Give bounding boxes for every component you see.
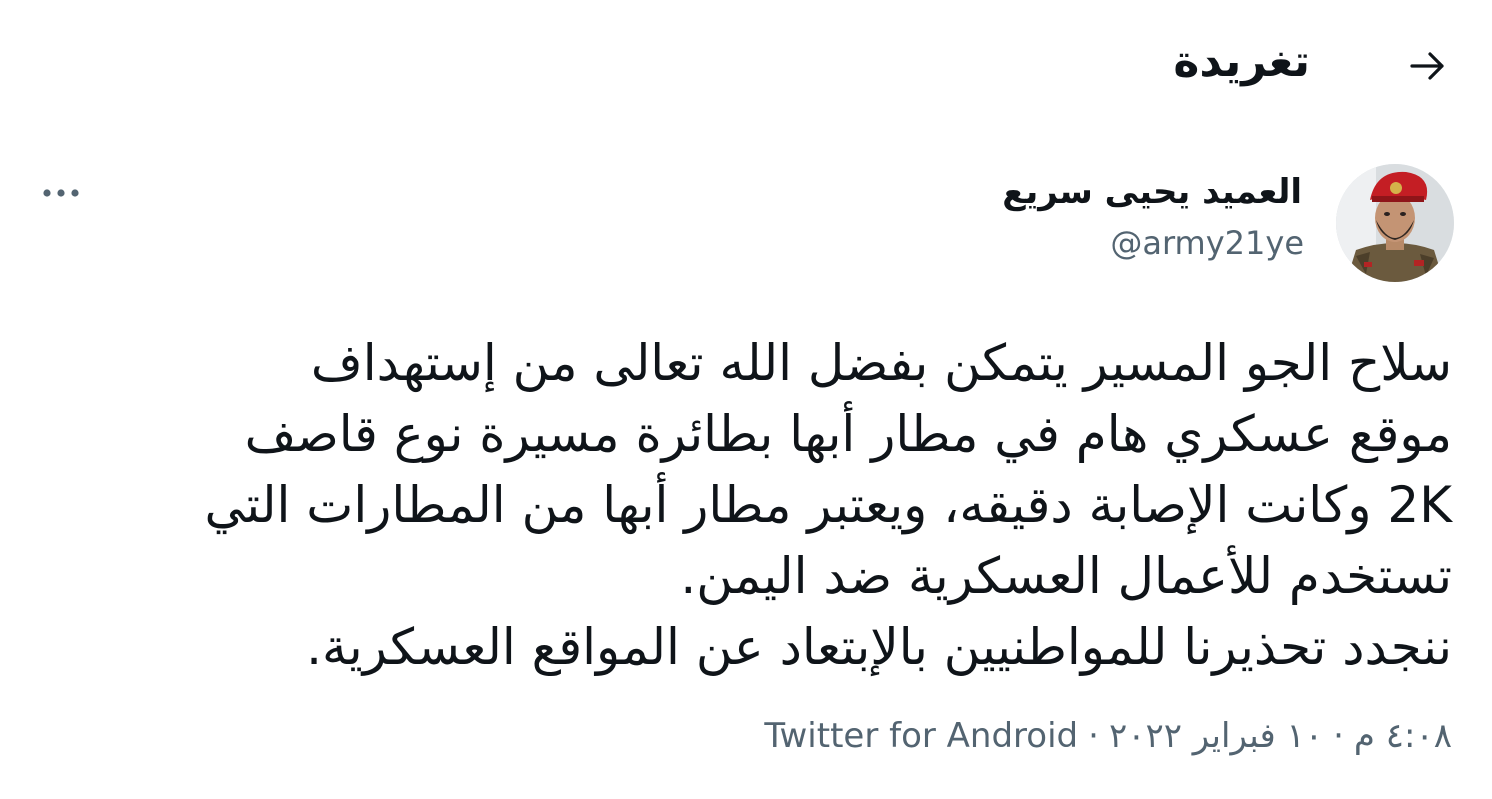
profile-photo bbox=[1336, 164, 1454, 282]
arrow-right-icon[interactable] bbox=[1408, 46, 1448, 86]
tweet-line: موقع عسكري هام في مطار أبها بطائرة مسيرة… bbox=[244, 405, 1452, 463]
tweet-time[interactable]: ٤:٠٨ م bbox=[1354, 716, 1452, 756]
tweet-meta: ٤:٠٨ م·١٠ فبراير ٢٠٢٢·Twitter for Androi… bbox=[764, 716, 1452, 756]
author-display-name[interactable]: العميد يحيى سريع bbox=[1002, 172, 1302, 212]
author-handle[interactable]: @army21ye bbox=[1110, 224, 1304, 262]
tweet-line: سلاح الجو المسير يتمكن بفضل الله تعالى م… bbox=[310, 334, 1452, 392]
tweet-line: 2K وكانت الإصابة دقيقه، ويعتبر مطار أبها… bbox=[204, 476, 1453, 534]
meta-separator: · bbox=[1333, 716, 1344, 756]
avatar[interactable] bbox=[1336, 164, 1454, 282]
page-title: تغريدة bbox=[1173, 36, 1310, 87]
meta-separator: · bbox=[1088, 716, 1099, 756]
tweet-date[interactable]: ١٠ فبراير ٢٠٢٢ bbox=[1109, 716, 1323, 756]
tweet-line: تستخدم للأعمال العسكرية ضد اليمن. bbox=[680, 547, 1452, 605]
tweet-page: تغريدة العميد يحيى سريع @army21ye سلاح ا… bbox=[0, 0, 1492, 799]
tweet-text: سلاح الجو المسير يتمكن بفضل الله تعالى م… bbox=[62, 328, 1453, 683]
more-horizontal-icon[interactable] bbox=[36, 178, 86, 208]
tweet-line: ننجدد تحذيرنا للمواطنيين بالإبتعاد عن ال… bbox=[306, 618, 1452, 676]
tweet-source[interactable]: Twitter for Android bbox=[764, 716, 1078, 756]
